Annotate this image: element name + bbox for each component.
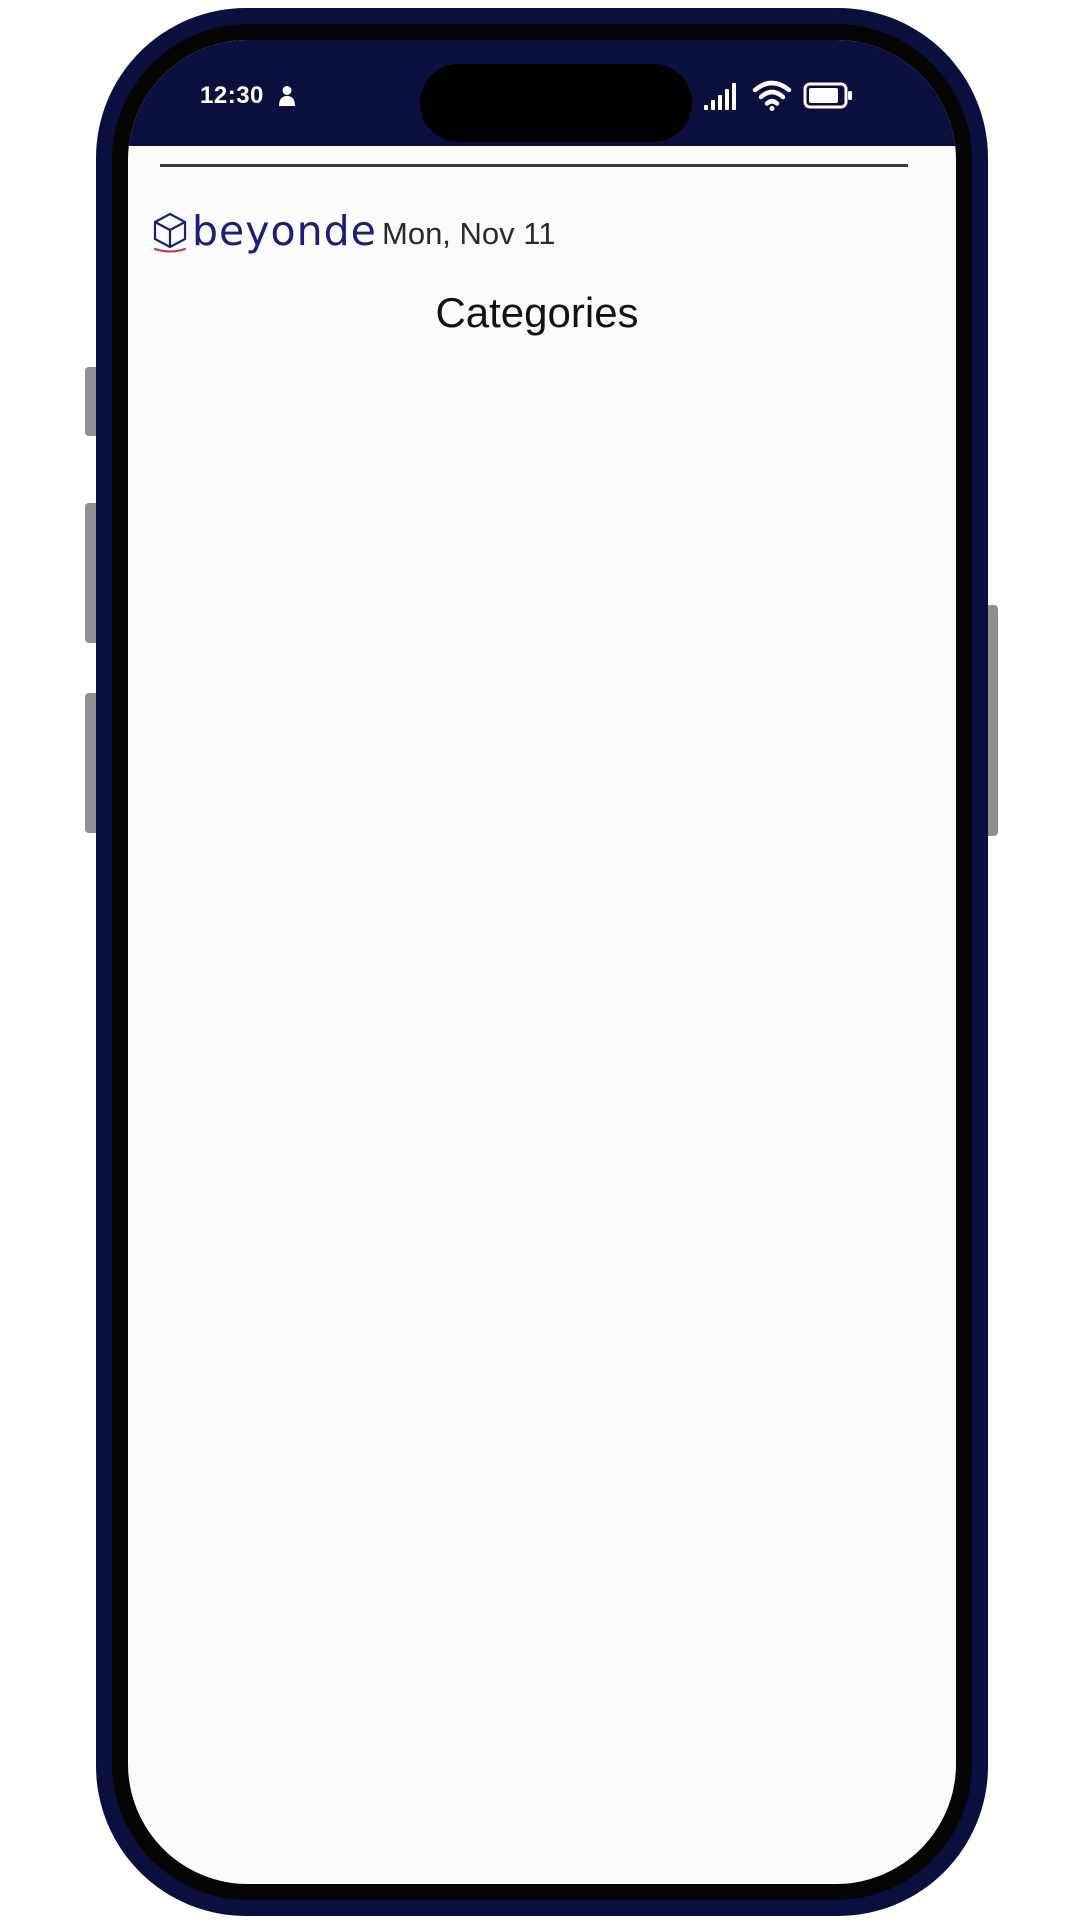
battery-icon xyxy=(803,82,852,109)
device-frame: 12:30 beyonde Mon, Nov 11 Categories xyxy=(0,0,1080,1920)
logo-swoosh-icon xyxy=(154,248,186,253)
person-icon xyxy=(279,86,295,106)
phone-body: 12:30 beyonde Mon, Nov 11 Categories xyxy=(96,8,988,1916)
brand-logo[interactable]: beyonde xyxy=(152,206,377,256)
header-divider xyxy=(160,164,908,167)
wifi-icon xyxy=(752,80,792,111)
page-title: Categories xyxy=(435,289,639,336)
brand-name: beyonde xyxy=(192,207,377,255)
status-bar: 12:30 xyxy=(128,40,956,146)
phone-bezel: 12:30 beyonde Mon, Nov 11 Categories xyxy=(112,24,972,1900)
app-screen: 12:30 beyonde Mon, Nov 11 Categories xyxy=(128,40,956,1884)
status-time: 12:30 xyxy=(200,82,264,109)
signal-icon xyxy=(704,83,736,110)
dynamic-island xyxy=(420,64,692,142)
current-date: Mon, Nov 11 xyxy=(382,216,556,251)
